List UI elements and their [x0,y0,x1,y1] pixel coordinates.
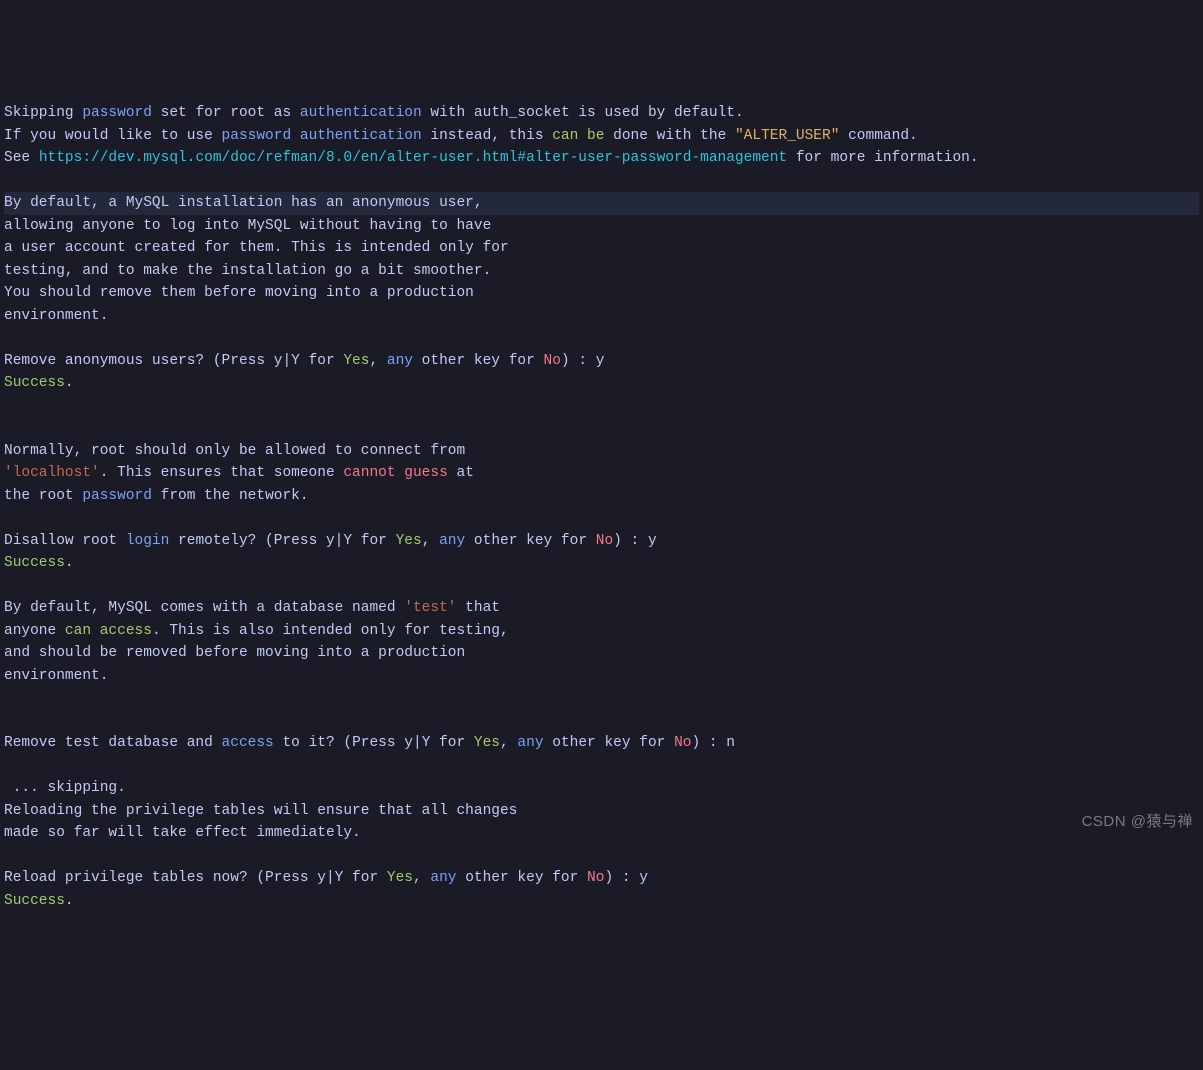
text: at [448,465,474,481]
any-keyword: any [517,735,543,751]
user-input: ) : n [691,735,735,751]
success-text: Success [4,375,65,391]
keyword: access [100,623,152,639]
text [396,465,405,481]
yes-option: Yes [474,735,500,751]
text: other key for [413,353,544,369]
text: anyone [4,623,65,639]
text: to it? (Press y|Y for [274,735,474,751]
keyword: password [82,105,152,121]
text: Normally, root should only be allowed to… [4,443,465,459]
text: By default, MySQL comes with a database … [4,600,404,616]
prompt-text: Reload privilege tables now? (Press y|Y … [4,870,387,886]
text: , [413,870,430,886]
keyword: access [222,735,274,751]
text [91,623,100,639]
text: done with the [604,128,735,144]
text: . This is also intended only for testing… [152,623,509,639]
keyword: password [222,128,292,144]
yes-option: Yes [396,533,422,549]
keyword: login [126,533,170,549]
text: , [422,533,439,549]
keyword: password [82,488,152,504]
text: the root [4,488,82,504]
text [291,128,300,144]
keyword: cannot [343,465,395,481]
text: Reloading the privilege tables will ensu… [4,803,517,819]
text: By default, a MySQL installation has an … [4,195,483,211]
user-input: ) : y [604,870,648,886]
text: from the network. [152,488,309,504]
prompt-text: Disallow root [4,533,126,549]
url-link[interactable]: https://dev.mysql.com/doc/refman/8.0/en/… [39,150,787,166]
text: set for root as [152,105,300,121]
text: command. [839,128,917,144]
text [578,128,587,144]
text: remotely? (Press y|Y for [169,533,395,549]
text: environment. [4,308,108,324]
keyword: guess [404,465,448,481]
string: "ALTER_USER" [735,128,839,144]
text: You should remove them before moving int… [4,285,474,301]
text: environment. [4,668,108,684]
text: instead, this [422,128,553,144]
no-option: No [544,353,561,369]
text: . [65,893,74,909]
yes-option: Yes [387,870,413,886]
text: for more information. [787,150,978,166]
any-keyword: any [430,870,456,886]
prompt-text: Remove test database and [4,735,222,751]
text: other key for [544,735,675,751]
any-keyword: any [387,353,413,369]
terminal-output: Skipping password set for root as authen… [4,102,1199,912]
text: Skipping [4,105,82,121]
text: other key for [457,870,588,886]
prompt-text: Remove anonymous users? (Press y|Y for [4,353,343,369]
text: , [369,353,386,369]
success-text: Success [4,555,65,571]
user-input: ) : y [561,353,605,369]
text: See [4,150,39,166]
no-option: No [596,533,613,549]
watermark: CSDN @猿与禅 [1082,811,1193,834]
keyword: authentication [300,105,422,121]
any-keyword: any [439,533,465,549]
text: ... skipping. [4,780,126,796]
success-text: Success [4,893,65,909]
text: a user account created for them. This is… [4,240,509,256]
yes-option: Yes [343,353,369,369]
keyword: be [587,128,604,144]
keyword: can [65,623,91,639]
text: and should be removed before moving into… [4,645,465,661]
text: If you would like to use [4,128,222,144]
text: that [456,600,500,616]
string: 'localhost' [4,465,100,481]
text: , [500,735,517,751]
text: testing, and to make the installation go… [4,263,491,279]
text: . [65,375,74,391]
no-option: No [587,870,604,886]
keyword: authentication [300,128,422,144]
text: other key for [465,533,596,549]
user-input: ) : y [613,533,657,549]
text: allowing anyone to log into MySQL withou… [4,218,491,234]
text: . [65,555,74,571]
keyword: can [552,128,578,144]
text: with auth_socket is used by default. [422,105,744,121]
text: . This ensures that someone [100,465,344,481]
string: 'test' [404,600,456,616]
no-option: No [674,735,691,751]
